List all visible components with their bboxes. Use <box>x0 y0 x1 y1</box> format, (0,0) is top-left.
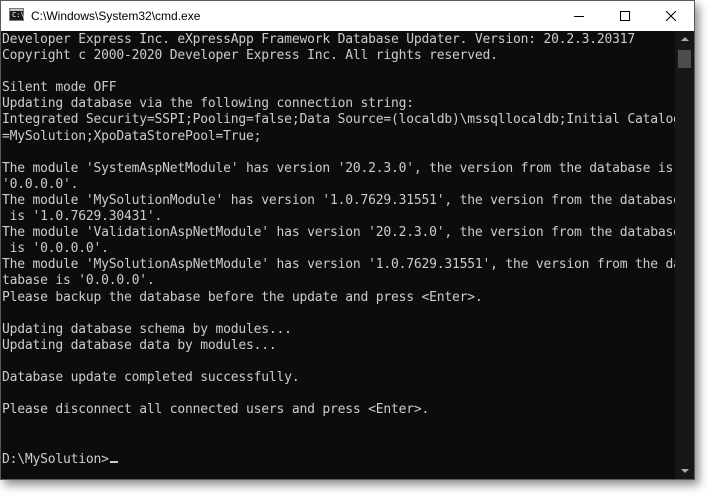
scroll-down-arrow-icon[interactable] <box>675 463 694 479</box>
close-icon <box>666 11 676 21</box>
scrollbar-thumb[interactable] <box>678 50 691 68</box>
title-bar[interactable]: C:\. C:\Windows\System32\cmd.exe <box>1 1 694 31</box>
maximize-button[interactable] <box>602 1 648 31</box>
console-output-text: Developer Express Inc. eXpressApp Framew… <box>2 32 675 418</box>
console-output-area[interactable]: Developer Express Inc. eXpressApp Framew… <box>1 31 675 479</box>
cmd-window: C:\. C:\Windows\System32\cmd.exe Develop… <box>0 0 695 480</box>
close-button[interactable] <box>648 1 694 31</box>
minimize-icon <box>574 16 584 17</box>
cmd-icon[interactable]: C:\. <box>9 8 29 21</box>
command-prompt: D:\MySolution> <box>2 452 109 467</box>
text-cursor <box>109 461 118 463</box>
minimize-button[interactable] <box>556 1 602 31</box>
maximize-icon <box>620 11 630 21</box>
command-prompt-line[interactable]: D:\MySolution> <box>2 452 118 468</box>
vertical-scrollbar[interactable] <box>675 31 694 479</box>
cmd-icon-glyph: C:\. <box>12 11 29 19</box>
scroll-up-arrow-icon[interactable] <box>675 31 694 47</box>
window-title: C:\Windows\System32\cmd.exe <box>31 9 201 23</box>
